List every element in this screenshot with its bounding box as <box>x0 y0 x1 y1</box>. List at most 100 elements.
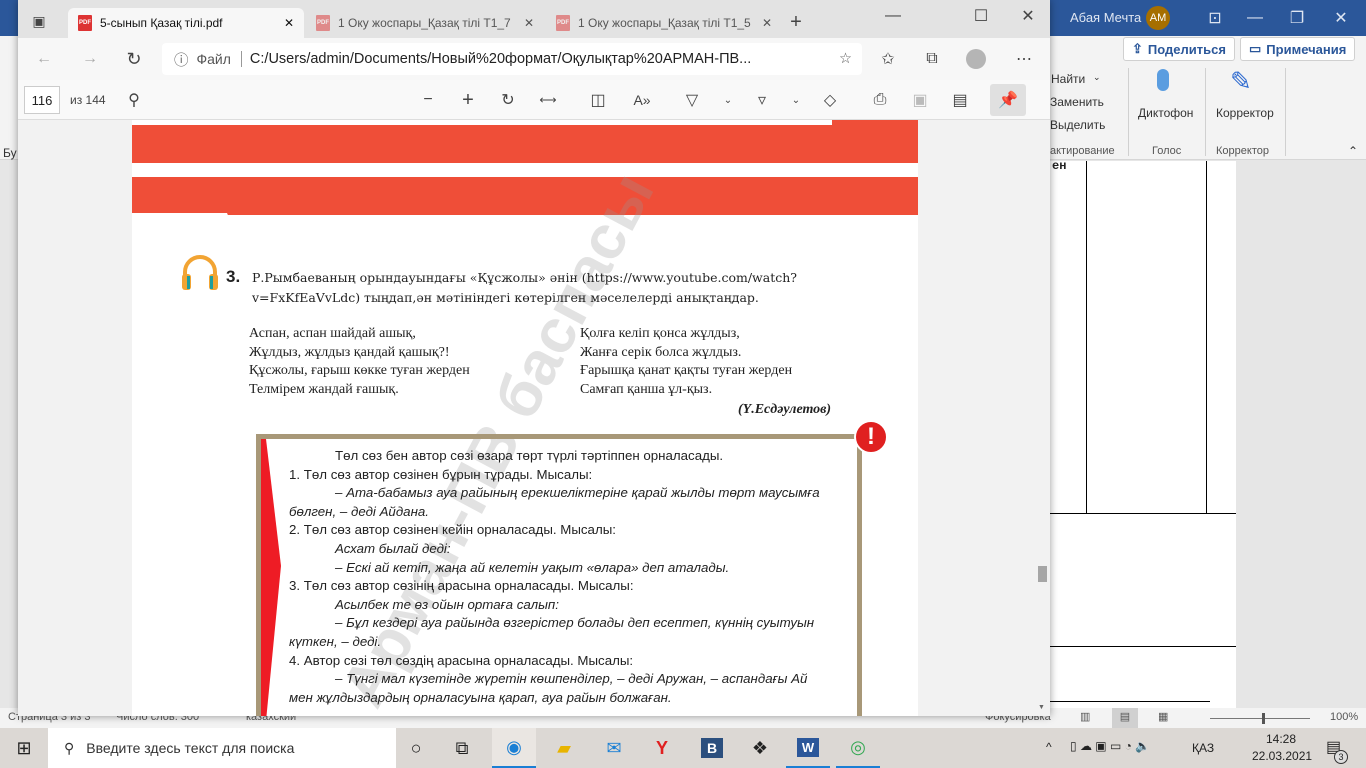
find-chevron-icon[interactable]: ⌄ <box>1093 72 1101 83</box>
info-icon[interactable]: ⓘ <box>174 49 189 70</box>
word-taskbar-icon[interactable]: W <box>796 737 820 757</box>
url-text[interactable]: C:/Users/admin/Documents/Новый%20формат/… <box>250 51 751 67</box>
ribbon-display-icon[interactable]: ⊡ <box>1200 6 1230 30</box>
comments-button[interactable]: ▭ Примечания <box>1240 37 1356 61</box>
user-name: Абая Мечта <box>1070 10 1142 25</box>
mail-icon[interactable]: ✉ <box>592 728 636 768</box>
forward-icon[interactable]: → <box>78 48 102 70</box>
editor-button[interactable]: Корректор <box>1216 106 1274 120</box>
task-line: v=FxKfEaVvLdc) тыңдап,ән мәтініндегі көт… <box>252 290 759 305</box>
poem-line: Жұлдыз, жұлдыз қандай қашық?! <box>249 344 450 360</box>
read-aloud-icon[interactable]: A» <box>632 90 652 110</box>
taskbar-search[interactable]: ⚲ Введите здесь текст для поиска <box>48 728 396 768</box>
minimize-icon[interactable]: — <box>878 6 908 26</box>
select-button[interactable]: Выделить <box>1050 118 1105 132</box>
clock-date[interactable]: 22.03.2021 <box>1252 749 1312 763</box>
pin-toolbar-icon[interactable]: 📌 <box>990 84 1026 116</box>
maximize-icon[interactable]: ☐ <box>966 6 996 26</box>
fit-width-icon[interactable]: ⟷ <box>538 90 558 110</box>
show-hidden-icons[interactable]: ^ <box>1046 740 1052 754</box>
rule-line: мен жұлдыздардың орналасуына қарап, ауа … <box>289 689 672 705</box>
alert-icon: ! <box>854 420 888 454</box>
zoom-in-icon[interactable]: + <box>458 89 478 111</box>
b-app-icon[interactable]: B <box>700 738 724 758</box>
save-icon[interactable]: ▣ <box>910 90 930 110</box>
edge-taskbar-icon[interactable]: ◉ <box>492 728 536 768</box>
add-favorite-icon[interactable]: ☆ <box>839 51 852 67</box>
input-language[interactable]: ҚАЗ <box>1192 741 1214 755</box>
rule-line: Асылбек те өз ойын ортаға салып: <box>335 596 559 612</box>
task-view-icon[interactable]: ⧉ <box>440 728 484 768</box>
highlight-options-chevron-icon[interactable]: ⌄ <box>788 90 804 110</box>
rotate-icon[interactable]: ↻ <box>498 90 518 110</box>
close-tab-icon[interactable]: ✕ <box>284 16 294 30</box>
profile-icon[interactable] <box>966 49 986 69</box>
microphone-icon[interactable] <box>1157 69 1169 91</box>
zoom-out-icon[interactable]: − <box>418 90 438 110</box>
collapse-ribbon-icon[interactable]: ⌃ <box>1348 144 1358 158</box>
tab-actions-icon[interactable]: ▣ <box>30 12 48 30</box>
print-layout-icon[interactable]: ▤ <box>1112 708 1138 728</box>
share-button[interactable]: ⇪ Поделиться <box>1123 37 1235 61</box>
file-explorer-icon[interactable]: ▰ <box>542 728 586 768</box>
dictate-button[interactable]: Диктофон <box>1138 106 1193 120</box>
search-icon[interactable]: ⚲ <box>124 90 144 110</box>
close-tab-icon[interactable]: ✕ <box>762 16 772 30</box>
page-view-icon[interactable]: ◫ <box>588 90 608 110</box>
scroll-down-icon[interactable]: ▼ <box>1038 704 1045 711</box>
find-button[interactable]: Найти <box>1051 72 1085 86</box>
editor-group-label: Корректор <box>1216 145 1269 157</box>
poem-author: (Ү.Есдәулетов) <box>738 402 832 417</box>
yandex-icon[interactable]: Y <box>640 728 684 768</box>
tab-5-synyp-pdf[interactable]: PDF 5-сынып Қазақ тілі.pdf ✕ <box>68 8 304 38</box>
vertical-scrollbar[interactable]: ▼ <box>1035 120 1050 716</box>
cortana-icon[interactable]: ○ <box>394 728 438 768</box>
print-icon[interactable]: ⎙ <box>870 90 890 110</box>
new-tab-button[interactable]: + <box>786 11 806 33</box>
start-windows-icon[interactable]: ⊞ <box>2 728 46 768</box>
refresh-icon[interactable]: ↻ <box>122 48 146 70</box>
read-mode-icon[interactable]: ▥ <box>1080 710 1090 723</box>
rule-line: – Ата-бабамыз ауа райының ерекшеліктерін… <box>335 485 820 501</box>
highlight-icon[interactable]: ▿ <box>752 90 772 110</box>
scrollbar-thumb[interactable] <box>1038 566 1047 582</box>
task-number: 3. <box>226 267 241 286</box>
collections-icon[interactable]: ⧉ <box>920 48 944 70</box>
close-window-icon[interactable]: ✕ <box>1013 6 1043 26</box>
tab-oku-zhospary-5[interactable]: PDF 1 Оку жоспары_Қазақ тілі Т1_5 ✕ <box>546 8 782 38</box>
chrome-icon[interactable]: ◎ <box>836 728 880 768</box>
close-tab-icon[interactable]: ✕ <box>524 16 534 30</box>
close-icon[interactable]: ✕ <box>1326 6 1356 30</box>
more-icon[interactable]: ⋯ <box>1012 48 1036 70</box>
divider <box>1128 68 1129 156</box>
tab-oku-zhospary-7[interactable]: PDF 1 Оку жоспары_Қазақ тілі Т1_7 ✕ <box>306 8 544 38</box>
zoom-slider-thumb[interactable] <box>1262 713 1265 724</box>
draw-icon[interactable]: ▽ <box>682 90 702 110</box>
page-number-input[interactable]: 116 <box>24 86 60 114</box>
table-line <box>1050 513 1236 514</box>
back-icon[interactable]: ← <box>32 48 56 70</box>
web-layout-icon[interactable]: ▦ <box>1158 710 1168 723</box>
tray-icons[interactable]: ▯ ☁ ▣ ▭ ◔ 🔈 <box>1070 739 1150 753</box>
replace-button[interactable]: Заменить <box>1050 95 1104 109</box>
draw-options-chevron-icon[interactable]: ⌄ <box>720 90 736 110</box>
notification-badge: 3 <box>1334 750 1348 764</box>
table-line <box>1086 161 1087 513</box>
ribbon-cut-label: Бу <box>3 146 17 160</box>
avatar[interactable]: АМ <box>1146 6 1170 30</box>
poem-left: Аспан, аспан шайдай ашық, Жұлдыз, жұлдыз… <box>249 325 470 399</box>
rule-line: 3. Төл сөз автор сөзінің арасына орналас… <box>289 578 634 594</box>
word-taskbar-button[interactable]: W <box>786 728 830 768</box>
zoom-level[interactable]: 100% <box>1330 711 1358 723</box>
editor-pen-icon[interactable]: ✎ <box>1230 66 1252 97</box>
dropbox-icon[interactable]: ❖ <box>738 728 782 768</box>
zoom-slider[interactable] <box>1210 718 1310 719</box>
address-bar[interactable]: ⓘ Файл C:/Users/admin/Documents/Новый%20… <box>162 43 862 75</box>
eraser-icon[interactable]: ◇ <box>820 90 840 110</box>
save-as-icon[interactable]: ▤ <box>950 90 970 110</box>
minimize-icon[interactable]: — <box>1240 6 1270 30</box>
restore-icon[interactable]: ❐ <box>1282 6 1312 30</box>
favorites-icon[interactable]: ✩ <box>876 48 900 70</box>
clock-time[interactable]: 14:28 <box>1266 732 1296 746</box>
b-app-button[interactable]: B <box>690 728 734 768</box>
